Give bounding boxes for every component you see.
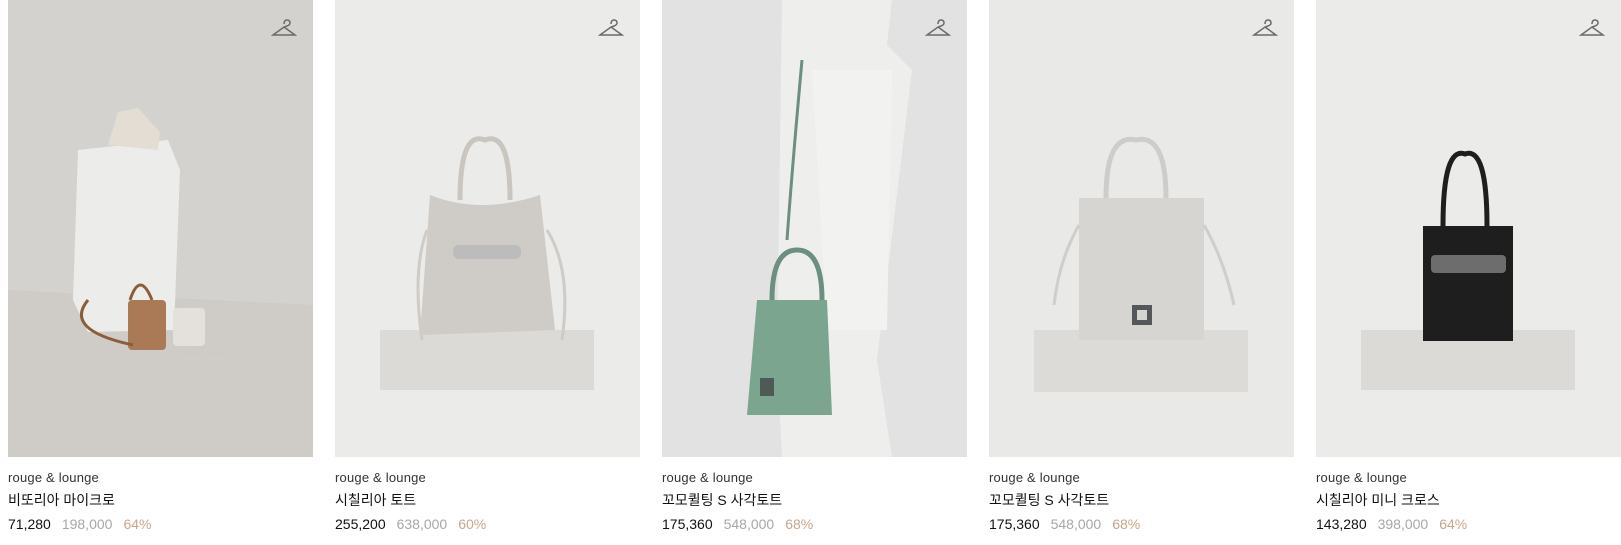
brand-label[interactable]: rouge & lounge (1316, 470, 1621, 485)
discount-rate: 68% (785, 516, 814, 532)
product-card[interactable]: rouge & lounge 꼬모퀼팅 S 사각토트 175,360 548,0… (662, 0, 967, 532)
discount-rate: 64% (123, 516, 152, 532)
sale-price: 175,360 (989, 516, 1040, 532)
brand-label[interactable]: rouge & lounge (662, 470, 967, 485)
product-image[interactable] (335, 0, 640, 457)
product-card[interactable]: rouge & lounge 시칠리아 미니 크로스 143,280 398,0… (1316, 0, 1621, 532)
sale-price: 143,280 (1316, 516, 1367, 532)
product-name[interactable]: 시칠리아 토트 (335, 490, 640, 510)
brand-label[interactable]: rouge & lounge (8, 470, 313, 485)
discount-rate: 68% (1112, 516, 1141, 532)
product-image[interactable] (1316, 0, 1621, 457)
discount-rate: 60% (458, 516, 487, 532)
original-price: 548,000 (1050, 516, 1102, 532)
sale-price: 71,280 (8, 516, 51, 532)
hanger-icon[interactable] (1251, 16, 1279, 38)
product-name[interactable]: 비또리아 마이크로 (8, 490, 313, 510)
price-row: 143,280 398,000 64% (1316, 516, 1621, 532)
price-row: 175,360 548,000 68% (989, 516, 1294, 532)
original-price: 398,000 (1377, 516, 1429, 532)
product-card[interactable]: rouge & lounge 시칠리아 토트 255,200 638,000 6… (335, 0, 640, 532)
price-row: 175,360 548,000 68% (662, 516, 967, 532)
original-price: 638,000 (396, 516, 448, 532)
product-image[interactable] (662, 0, 967, 457)
original-price: 548,000 (723, 516, 775, 532)
product-card[interactable]: rouge & lounge 꼬모퀼팅 S 사각토트 175,360 548,0… (989, 0, 1294, 532)
hanger-icon[interactable] (270, 16, 298, 38)
product-image[interactable] (8, 0, 313, 457)
original-price: 198,000 (61, 516, 113, 532)
product-grid: rouge & lounge 비또리아 마이크로 71,280 198,000 … (8, 0, 1621, 532)
product-card[interactable]: rouge & lounge 비또리아 마이크로 71,280 198,000 … (8, 0, 313, 532)
price-row: 71,280 198,000 64% (8, 516, 313, 532)
hanger-icon[interactable] (1578, 16, 1606, 38)
hanger-icon[interactable] (597, 16, 625, 38)
hanger-icon[interactable] (924, 16, 952, 38)
brand-label[interactable]: rouge & lounge (335, 470, 640, 485)
product-name[interactable]: 시칠리아 미니 크로스 (1316, 490, 1621, 510)
product-name[interactable]: 꼬모퀼팅 S 사각토트 (662, 490, 967, 510)
product-name[interactable]: 꼬모퀼팅 S 사각토트 (989, 490, 1294, 510)
product-image[interactable] (989, 0, 1294, 457)
discount-rate: 64% (1439, 516, 1468, 532)
brand-label[interactable]: rouge & lounge (989, 470, 1294, 485)
sale-price: 175,360 (662, 516, 713, 532)
price-row: 255,200 638,000 60% (335, 516, 640, 532)
sale-price: 255,200 (335, 516, 386, 532)
